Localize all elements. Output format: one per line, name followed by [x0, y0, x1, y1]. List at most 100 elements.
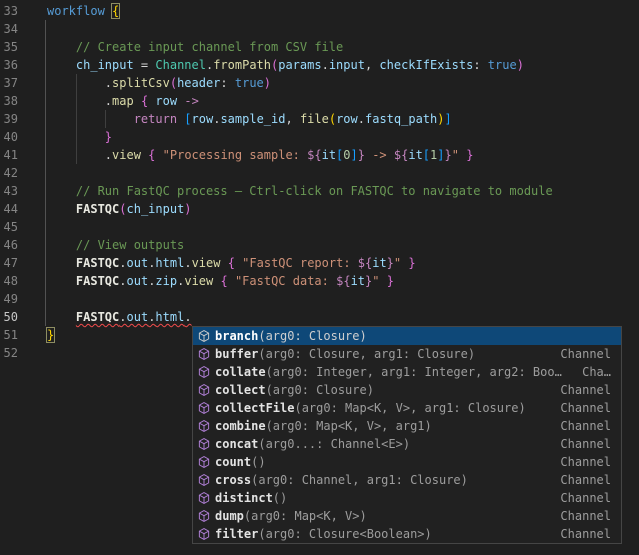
code-token: .	[184, 256, 191, 270]
code-token: checkIfExists	[379, 58, 473, 72]
code-token: // View outputs	[76, 238, 184, 252]
indent-guide	[45, 272, 46, 290]
code-line[interactable]: 37 .splitCsv(header: true)	[0, 74, 639, 92]
line-number: 52	[0, 344, 18, 362]
line-number: 34	[0, 20, 18, 38]
code-text: FASTQC.out.html.view { "FastQC report: $…	[47, 254, 416, 272]
code-token	[47, 202, 76, 216]
code-token: // Create input channel from CSV file	[76, 40, 343, 54]
code-token: row	[336, 112, 358, 126]
indent-guide	[45, 38, 46, 56]
code-token: .	[322, 58, 329, 72]
line-number: 41	[0, 146, 18, 164]
code-line[interactable]: 36 ch_input = Channel.fromPath(params.in…	[0, 56, 639, 74]
code-token: .	[184, 310, 191, 324]
line-number: 36	[0, 56, 18, 74]
code-token: )	[184, 202, 191, 216]
code-token: 0	[343, 148, 350, 162]
suggest-item-branch[interactable]: branch(arg0: Closure)	[193, 327, 621, 345]
code-token: =	[134, 58, 156, 72]
code-token	[220, 256, 227, 270]
indent-guide	[45, 254, 46, 272]
suggest-item-cross[interactable]: cross(arg0: Channel, arg1: Closure)Chann…	[193, 471, 621, 489]
code-line[interactable]: 44 FASTQC(ch_input)	[0, 200, 639, 218]
suggest-item-collect[interactable]: collect(arg0: Closure)Channel	[193, 381, 621, 399]
code-token: "	[452, 148, 459, 162]
suggest-item-concat[interactable]: concat(arg0...: Channel<E>)Channel	[193, 435, 621, 453]
code-token: {	[112, 4, 119, 18]
code-token	[155, 148, 162, 162]
code-token: input	[329, 58, 365, 72]
method-icon	[197, 347, 211, 361]
line-number: 33	[0, 2, 18, 20]
code-token	[47, 184, 76, 198]
code-line[interactable]: 49	[0, 290, 639, 308]
line-number: 35	[0, 38, 18, 56]
code-text: FASTQC.out.zip.view { "FastQC data: ${it…	[47, 272, 394, 290]
suggest-item-return-type: Channel	[552, 507, 611, 525]
code-token: }	[358, 148, 365, 162]
code-text: }	[47, 128, 112, 146]
code-line[interactable]: 45	[0, 218, 639, 236]
suggest-item-signature: (arg0: Map<K, V>, arg1: Closure)	[294, 399, 525, 417]
suggest-item-collectFile[interactable]: collectFile(arg0: Map<K, V>, arg1: Closu…	[193, 399, 621, 417]
suggest-item-count[interactable]: count()Channel	[193, 453, 621, 471]
suggest-item-collate[interactable]: collate(arg0: Integer, arg1: Integer, ar…	[193, 363, 621, 381]
code-token	[47, 274, 76, 288]
code-line[interactable]: 39 return [row.sample_id, file(row.fastq…	[0, 110, 639, 128]
code-text: FASTQC.out.html.	[47, 308, 192, 326]
code-line[interactable]: 47 FASTQC.out.html.view { "FastQC report…	[0, 254, 639, 272]
suggest-item-name: combine	[215, 417, 266, 435]
line-number: 47	[0, 254, 18, 272]
method-icon	[197, 383, 211, 397]
code-token: [	[184, 112, 191, 126]
code-token: zip	[155, 274, 177, 288]
code-text: // View outputs	[47, 236, 184, 254]
code-line[interactable]: 42	[0, 164, 639, 182]
suggest-item-name: filter	[215, 525, 258, 543]
code-token: .	[47, 148, 112, 162]
indent-guide	[45, 146, 46, 164]
code-token: (	[329, 112, 336, 126]
code-line[interactable]: 33 workflow {	[0, 2, 639, 20]
code-token: ]	[437, 148, 444, 162]
code-token	[228, 274, 235, 288]
indent-guide	[45, 20, 46, 38]
line-number: 43	[0, 182, 18, 200]
code-token: file	[300, 112, 329, 126]
code-token	[47, 130, 105, 144]
code-token: html	[155, 310, 184, 324]
code-token	[134, 94, 141, 108]
code-line[interactable]: 35 // Create input channel from CSV file	[0, 38, 639, 56]
suggest-item-combine[interactable]: combine(arg0: Map<K, V>, arg1)Channel	[193, 417, 621, 435]
code-line[interactable]: 43 // Run FastQC process — Ctrl-click on…	[0, 182, 639, 200]
line-number: 40	[0, 128, 18, 146]
suggest-item-buffer[interactable]: buffer(arg0: Closure, arg1: Closure)Chan…	[193, 345, 621, 363]
code-line[interactable]: 38 .map { row ->	[0, 92, 639, 110]
suggest-item-dump[interactable]: dump(arg0: Map<K, V>)Channel	[193, 507, 621, 525]
suggest-item-name: buffer	[215, 345, 258, 363]
autocomplete-popup[interactable]: branch(arg0: Closure)buffer(arg0: Closur…	[192, 326, 622, 544]
code-text: workflow {	[47, 2, 119, 20]
code-text: }	[47, 326, 54, 344]
suggest-item-signature: (arg0...: Channel<E>)	[258, 435, 410, 453]
suggest-item-signature: ()	[273, 489, 287, 507]
code-line[interactable]: 50 FASTQC.out.html.	[0, 308, 639, 326]
suggest-item-signature: (arg0: Map<K, V>)	[244, 507, 367, 525]
code-token: (	[119, 202, 126, 216]
code-line[interactable]: 48 FASTQC.out.zip.view { "FastQC data: $…	[0, 272, 639, 290]
suggest-item-signature: (arg0: Channel, arg1: Closure)	[251, 471, 468, 489]
code-editor[interactable]: 33 workflow { 3435 // Create input channel…	[0, 0, 639, 555]
suggest-item-return-type: Channel	[552, 345, 611, 363]
code-token: it	[351, 274, 365, 288]
code-token: FASTQC	[76, 310, 119, 324]
code-line[interactable]: 41 .view { "Processing sample: ${it[0]} …	[0, 146, 639, 164]
code-token: ->	[184, 94, 198, 108]
suggest-item-filter[interactable]: filter(arg0: Closure<Boolean>)Channel	[193, 525, 621, 543]
suggest-item-signature: (arg0: Closure<Boolean>)	[258, 525, 431, 543]
code-line[interactable]: 46 // View outputs	[0, 236, 639, 254]
code-line[interactable]: 40 }	[0, 128, 639, 146]
code-line[interactable]: 34	[0, 20, 639, 38]
suggest-item-distinct[interactable]: distinct()Channel	[193, 489, 621, 507]
code-token: ]	[351, 148, 358, 162]
